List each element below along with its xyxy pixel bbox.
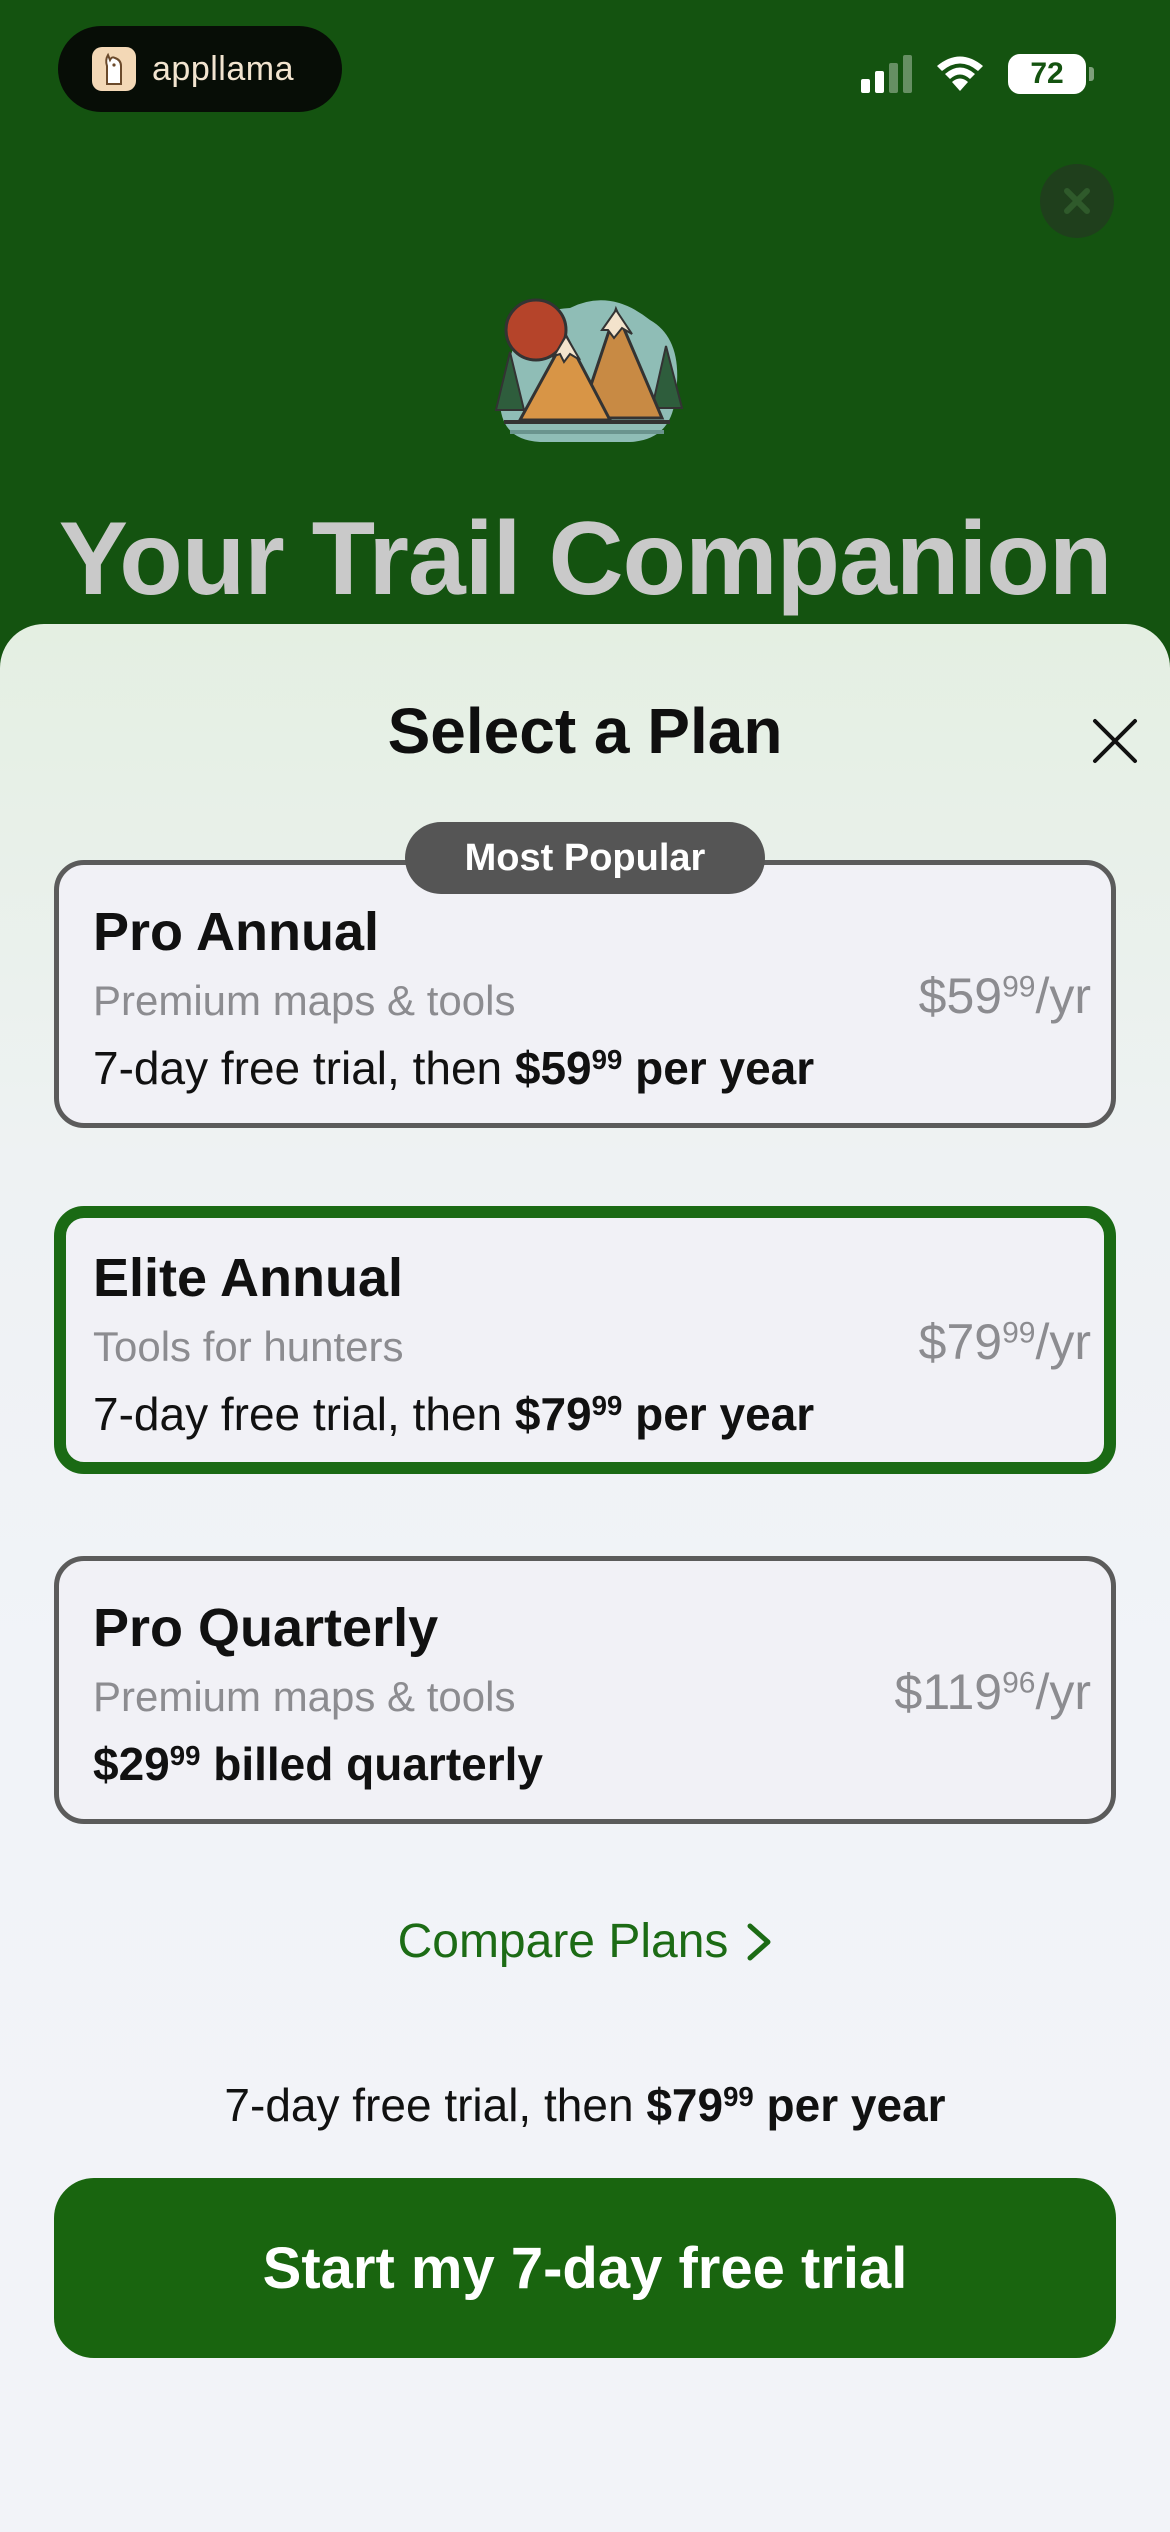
wifi-icon — [937, 56, 983, 91]
plan-price: $7999/yr — [918, 1314, 1091, 1370]
cellular-signal-icon — [861, 55, 912, 93]
plan-card-elite-annual[interactable]: Elite Annual Tools for hunters 7-day fre… — [54, 1206, 1116, 1474]
plan-subtitle: Premium maps & tools — [93, 1673, 516, 1720]
plan-trial-detail: 7-day free trial, then $7999 per year — [93, 1388, 815, 1440]
plan-price: $11996/yr — [894, 1664, 1091, 1720]
most-popular-badge: Most Popular — [405, 822, 765, 894]
plan-subtitle: Premium maps & tools — [93, 977, 516, 1024]
plan-name: Elite Annual — [93, 1248, 404, 1308]
sheet-close-button[interactable] — [1088, 714, 1142, 768]
trial-summary-text: 7-day free trial, then $7999 per year — [224, 2079, 946, 2131]
plan-subtitle: Tools for hunters — [93, 1323, 404, 1370]
battery-level: 72 — [1030, 57, 1064, 90]
compare-plans-link[interactable]: Compare Plans — [0, 1914, 1170, 1969]
plan-price: $5999/yr — [918, 968, 1091, 1024]
plan-trial-detail: 7-day free trial, then $5999 per year — [93, 1042, 815, 1094]
plan-card-pro-quarterly[interactable]: Pro Quarterly Premium maps & tools $2999… — [54, 1556, 1116, 1824]
battery-icon: 72 — [1008, 54, 1094, 94]
plan-card-pro-annual[interactable]: Pro Annual Premium maps & tools 7-day fr… — [54, 860, 1116, 1128]
plan-selection-sheet: Select a Plan Pro Annual Premium maps & … — [0, 624, 1170, 2532]
sheet-title: Select a Plan — [387, 695, 783, 767]
plan-name: Pro Annual — [93, 902, 380, 962]
hero-title: Your Trail Companion — [58, 501, 1113, 617]
hero-background: appllama 72 Your Trail Companion — [0, 0, 1170, 700]
mountain-sun-icon — [494, 298, 684, 442]
plan-billing-detail: $2999 billed quarterly — [93, 1738, 543, 1790]
close-icon — [1064, 188, 1090, 214]
app-pill-label: appllama — [152, 49, 294, 88]
close-icon — [1093, 719, 1137, 763]
hero-close-button[interactable] — [1040, 164, 1114, 238]
status-indicators: 72 — [861, 54, 1094, 94]
plan-name: Pro Quarterly — [93, 1598, 439, 1658]
chevron-right-icon — [747, 1923, 771, 1960]
start-free-trial-button[interactable]: Start my 7-day free trial — [54, 2178, 1116, 2358]
app-pill: appllama — [58, 26, 342, 112]
llama-logo-icon — [92, 47, 136, 91]
compare-plans-label: Compare Plans — [397, 1915, 729, 1968]
